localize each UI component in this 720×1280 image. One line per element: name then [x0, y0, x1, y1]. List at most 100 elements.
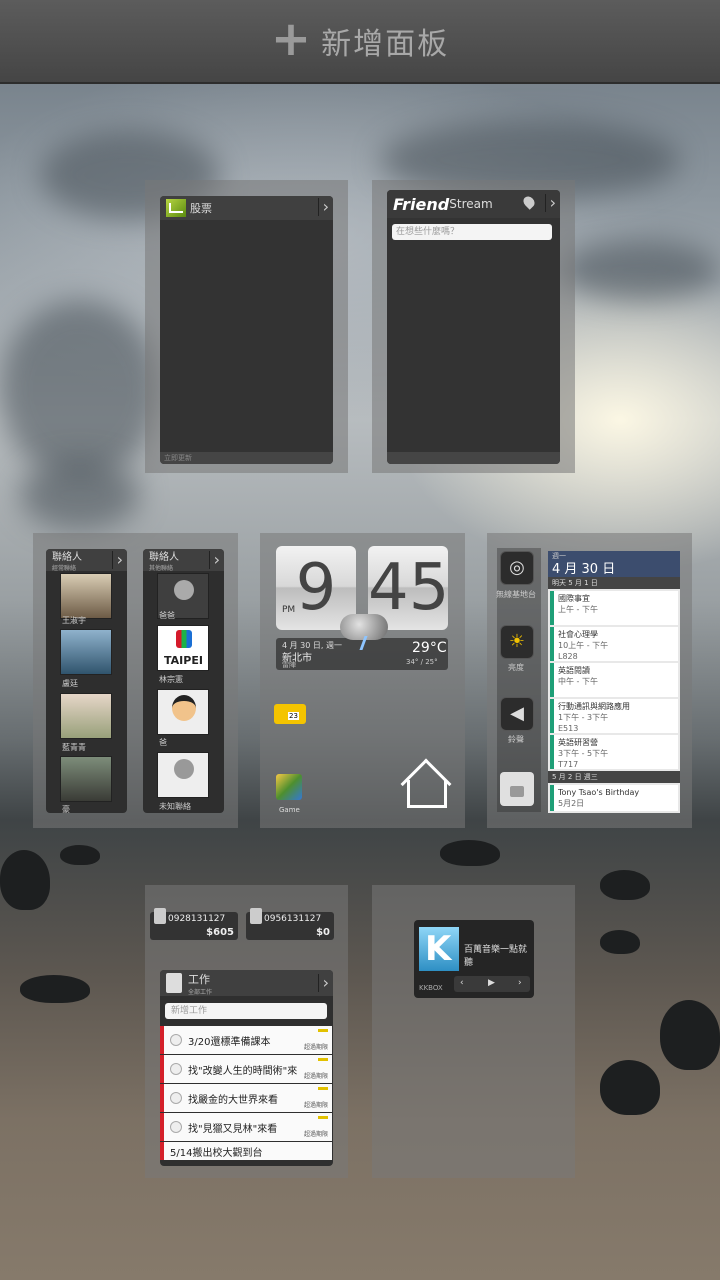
contact-name: 盧廷	[62, 679, 78, 688]
task-item[interactable]: 找嚴金的大世界來看 超過期限	[160, 1084, 332, 1112]
contact-name: 王淑宇	[62, 616, 86, 625]
contact-photo[interactable]	[60, 629, 112, 675]
calendar-event[interactable]: 行動通訊與網路應用 1下午 - 3下午 E513	[550, 699, 678, 733]
wifi-hotspot-button[interactable]: ◎	[500, 551, 534, 585]
add-panel-label: 新增面板	[321, 27, 450, 62]
calendar-badge: 23	[288, 712, 299, 720]
location-pin-icon[interactable]	[521, 194, 537, 210]
add-panel-bar[interactable]: + 新增面板	[0, 0, 720, 84]
people-header-2: 聯絡人 其他聯絡 ›	[143, 549, 224, 572]
prev-icon[interactable]: ‹	[460, 978, 464, 988]
kkbox-widget[interactable]: K 百萬音樂一點就聽 KKBOX ‹ ▶ ›	[414, 920, 534, 998]
contact-photo[interactable]	[157, 689, 209, 735]
sound-label: 鈴聲	[508, 735, 524, 744]
sound-button[interactable]: ◀	[500, 697, 534, 731]
wifi-icon: ◎	[509, 557, 525, 578]
priority-bar	[318, 1116, 328, 1119]
friendstream-brand-light: Stream	[449, 197, 493, 211]
contact-name: 爸爸	[159, 611, 175, 620]
priority-bar	[318, 1029, 328, 1032]
taipei-logo-text: TAIPEI	[164, 654, 203, 667]
tasks-subtitle: 全部工作	[188, 988, 213, 996]
sim1-balance[interactable]: 0928131127 $605	[150, 908, 238, 940]
contact-photo[interactable]	[60, 693, 112, 739]
contact-photo[interactable]	[60, 573, 112, 619]
speaker-icon: ◀	[510, 703, 524, 724]
home-icon[interactable]	[400, 758, 452, 812]
contact-name: 藍青青	[62, 743, 86, 752]
sim1-amount: $605	[206, 927, 234, 938]
contact-cartoon-face	[172, 695, 196, 721]
people-title-1: 聯絡人	[52, 552, 82, 563]
plus-icon: +	[270, 11, 312, 67]
people-title-2: 聯絡人	[149, 552, 179, 563]
new-task-input[interactable]: 新增工作	[165, 1003, 327, 1019]
calendar-section-tomorrow: 明天 5 月 1 日	[548, 577, 680, 589]
next-icon[interactable]: ›	[518, 978, 522, 988]
priority-bar	[318, 1058, 328, 1061]
contact-name: 豪	[62, 805, 70, 814]
contact-name: 未知聯絡	[159, 802, 191, 811]
task-item[interactable]: 找"見獵又見林"來看 超過期限	[160, 1113, 332, 1141]
weather-storm-icon	[336, 606, 392, 650]
sim2-number: 0956131127	[264, 914, 322, 924]
game-folder-icon[interactable]	[276, 774, 302, 800]
priority-bar	[318, 1087, 328, 1090]
task-checkbox[interactable]	[170, 1034, 182, 1046]
task-checkbox[interactable]	[170, 1063, 182, 1075]
taipei-logo-mark	[176, 630, 192, 648]
person-silhouette-icon	[174, 580, 194, 600]
kkbox-brand: KKBOX	[419, 984, 443, 992]
task-checkbox[interactable]	[170, 1092, 182, 1104]
friendstream-footer	[387, 452, 560, 464]
weather-range: 34° / 25°	[406, 658, 438, 666]
calendar-date: 4 月 30 日	[552, 562, 616, 577]
task-item[interactable]: 找"改變人生的時間術"來 超過期限	[160, 1055, 332, 1083]
contact-name: 林宗憲	[159, 675, 183, 684]
chevron-right-icon[interactable]: ›	[111, 551, 123, 569]
lock-icon	[510, 786, 524, 797]
play-icon[interactable]: ▶	[488, 978, 495, 988]
calendar-event[interactable]: 國際事宜 上午 - 下午	[550, 591, 678, 625]
wifi-hotspot-label: 無線基地台	[496, 590, 536, 599]
calendar-app-icon[interactable]: 23	[274, 704, 306, 724]
game-folder-label: Game	[279, 806, 300, 814]
chevron-right-icon[interactable]: ›	[544, 194, 556, 212]
status-input[interactable]: 在想些什麼嗎？	[392, 224, 552, 240]
chevron-right-icon[interactable]: ›	[208, 551, 220, 569]
stocks-footer: 立即更新	[160, 452, 333, 464]
sim1-number: 0928131127	[168, 914, 226, 924]
taipei-logo[interactable]: TAIPEI	[157, 625, 209, 671]
person-silhouette-icon	[174, 759, 194, 779]
calendar-event[interactable]: 英語閱讀 中午 - 下午	[550, 663, 678, 697]
contact-avatar-placeholder[interactable]	[157, 752, 209, 798]
stocks-title: 股票	[190, 202, 212, 215]
task-item[interactable]: 5/14搬出校大觀到台	[160, 1142, 332, 1160]
stock-icon	[166, 199, 186, 217]
lock-button[interactable]	[500, 772, 534, 806]
calendar-event[interactable]: 社會心理學 10上午 - 下午 L828	[550, 627, 678, 661]
weather-condition: 雷陣	[282, 661, 296, 669]
stocks-widget[interactable]: 股票 › 立即更新	[160, 196, 333, 464]
chevron-right-icon[interactable]: ›	[317, 198, 329, 216]
weather-temp: 29°C	[412, 640, 447, 656]
clock-ampm: PM	[282, 605, 296, 615]
calendar-event[interactable]: 英語研習營 3下午 - 5下午 T717	[550, 735, 678, 769]
task-item[interactable]: 3/20還標準備課本 超過期限	[160, 1026, 332, 1054]
tasks-title: 工作	[188, 972, 210, 986]
chevron-right-icon[interactable]: ›	[317, 974, 329, 992]
sun-icon: ☀	[508, 631, 526, 652]
sim2-amount: $0	[316, 927, 330, 938]
calendar-event[interactable]: Tony Tsao's Birthday 5月2日	[550, 785, 678, 811]
brightness-button[interactable]: ☀	[500, 625, 534, 659]
clipboard-icon	[166, 973, 182, 993]
calendar-section-next: 5 月 2 日 週三	[548, 771, 680, 783]
people-subtitle-1: 經常聯絡	[52, 565, 77, 572]
contact-photo[interactable]	[60, 756, 112, 802]
people-subtitle-2: 其他聯絡	[149, 565, 174, 572]
sim2-balance[interactable]: 0956131127 $0	[246, 908, 334, 940]
music-controls: ‹ ▶ ›	[454, 976, 530, 992]
task-checkbox[interactable]	[170, 1121, 182, 1133]
stocks-header: 股票 ›	[160, 196, 333, 220]
friendstream-widget[interactable]: Friend Stream › 在想些什麼嗎？	[387, 190, 560, 464]
